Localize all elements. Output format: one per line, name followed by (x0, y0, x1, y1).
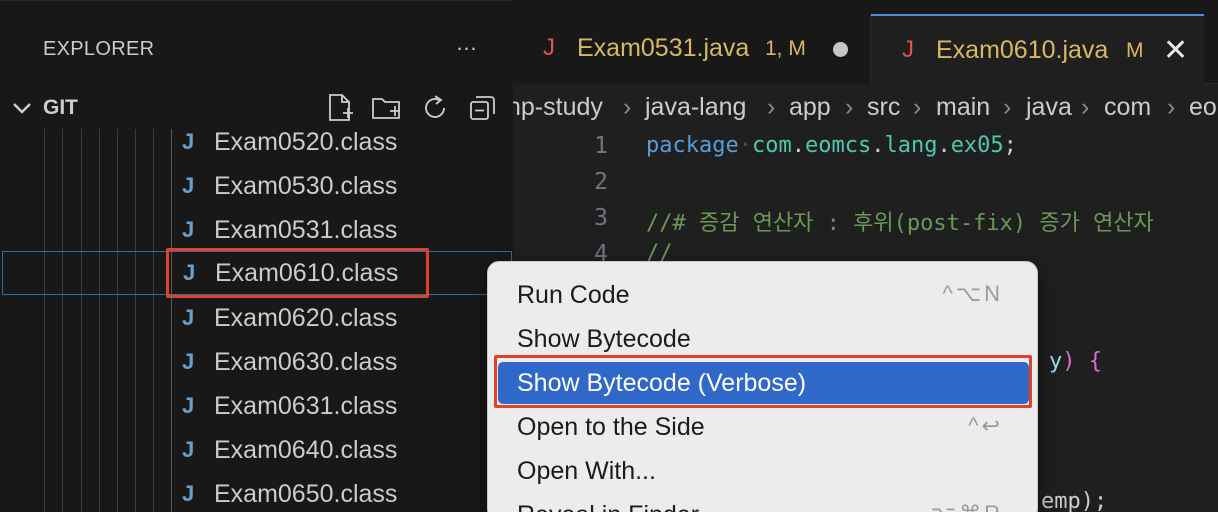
more-actions-icon[interactable]: … (452, 32, 482, 63)
code-line-3: //# 증감 연산자 : 후위(post-fix) 증가 연산자 (646, 211, 1154, 236)
brace: { (1088, 349, 1102, 374)
menu-item-label: Open With... (517, 457, 656, 485)
new-folder-icon[interactable] (370, 91, 404, 125)
java-class-icon: J (182, 481, 195, 506)
file-name: Exam0631.class (214, 392, 398, 420)
breadcrumb-item[interactable]: java-lang (645, 93, 746, 122)
java-class-icon: J (182, 129, 195, 154)
unsaved-dot-icon[interactable] (833, 42, 848, 57)
highlight-annotation-file (166, 248, 429, 298)
java-class-icon: J (182, 217, 195, 242)
tab-status: 1, M (765, 37, 806, 60)
highlight-annotation-menu (494, 355, 1032, 408)
chevron-right-icon: › (767, 93, 776, 121)
chevron-right-icon: › (1003, 93, 1012, 121)
menu-item-shortcut: ^↩ (968, 413, 1003, 438)
java-class-icon: J (182, 393, 195, 418)
menu-item-show-bytecode[interactable]: Show Bytecode (498, 318, 1029, 360)
menu-item-label: Open to the Side (517, 413, 705, 441)
menu-item-label: Show Bytecode (517, 325, 691, 353)
tree-file-item[interactable]: J Exam0530.class (0, 165, 513, 209)
code-fragment-bottom: emp); (1041, 489, 1108, 512)
menu-item-open-with[interactable]: Open With... (498, 450, 1029, 492)
chevron-down-icon[interactable] (11, 97, 33, 119)
tree-file-item[interactable]: J Exam0531.class (0, 209, 513, 253)
breadcrumb: np-study › java-lang › app › src › main … (513, 84, 1218, 128)
file-name: Exam0520.class (214, 128, 398, 156)
chevron-right-icon: › (1081, 93, 1090, 121)
java-class-icon: J (182, 173, 195, 198)
file-name: Exam0650.class (214, 480, 398, 508)
breadcrumb-item[interactable]: np-study (513, 93, 603, 122)
package-part: com (751, 133, 792, 158)
breadcrumb-item[interactable]: com (1104, 93, 1151, 122)
java-class-icon: J (182, 305, 195, 330)
keyword-package: package (646, 133, 739, 158)
menu-item-reveal-in-finder[interactable]: Reveal in Finder ⌥⌘R (498, 494, 1029, 512)
tab-label: Exam0610.java (936, 36, 1109, 64)
breadcrumb-item[interactable]: app (789, 93, 831, 122)
breadcrumb-item[interactable]: eo (1189, 93, 1217, 122)
menu-item-open-to-side[interactable]: Open to the Side ^↩ (498, 406, 1029, 448)
breadcrumb-item[interactable]: java (1026, 93, 1072, 122)
tree-file-item[interactable]: J Exam0630.class (0, 341, 513, 385)
file-tree: J Exam0520.class J Exam0530.class J Exam… (0, 128, 513, 512)
section-title: GIT (43, 96, 78, 119)
tree-file-item[interactable]: J Exam0520.class (0, 121, 513, 165)
tree-file-item[interactable]: J Exam0640.class (0, 429, 513, 473)
collapse-all-icon[interactable] (466, 91, 500, 125)
identifier: y (1049, 349, 1063, 374)
chevron-right-icon: › (913, 93, 922, 121)
tab-exam0610[interactable]: J Exam0610.java M ✕ (871, 14, 1204, 84)
java-file-icon: J (543, 34, 555, 61)
java-class-icon: J (182, 437, 195, 462)
menu-item-shortcut: ⌥⌘R (931, 501, 1003, 512)
tab-exam0531[interactable]: J Exam0531.java 1, M (513, 14, 871, 84)
file-name: Exam0531.class (214, 216, 398, 244)
chevron-right-icon: › (623, 93, 632, 121)
java-file-icon: J (902, 36, 914, 63)
semicolon: ; (1003, 133, 1017, 158)
code-fragment: y) { (1049, 349, 1102, 374)
tab-status: M (1126, 39, 1144, 62)
tree-file-item[interactable]: J Exam0650.class (0, 473, 513, 512)
package-part: eomcs (804, 133, 872, 158)
menu-item-run-code[interactable]: Run Code ^⌥N (498, 274, 1029, 316)
file-name: Exam0530.class (214, 172, 398, 200)
java-class-icon: J (182, 349, 195, 374)
menu-item-label: Run Code (517, 281, 630, 309)
file-name: Exam0630.class (214, 348, 398, 376)
breadcrumb-item[interactable]: src (867, 93, 900, 122)
chevron-right-icon: › (1167, 93, 1176, 121)
code-line-1: package·com.eomcs.lang.ex05; (646, 133, 1017, 158)
line-number: 1 (594, 133, 608, 159)
tab-label: Exam0531.java (577, 34, 750, 62)
close-icon[interactable]: ✕ (1163, 33, 1188, 68)
breadcrumb-item[interactable]: main (936, 93, 990, 122)
new-file-icon[interactable] (323, 91, 357, 125)
menu-item-label: Reveal in Finder (517, 501, 699, 512)
menu-item-shortcut: ^⌥N (942, 281, 1003, 306)
package-part: lang (884, 133, 938, 158)
explorer-title: EXPLORER (43, 38, 155, 60)
package-part: ex05 (950, 133, 1004, 158)
file-name: Exam0640.class (214, 436, 398, 464)
tree-file-item[interactable]: J Exam0620.class (0, 297, 513, 341)
line-number: 2 (594, 169, 608, 195)
file-name: Exam0620.class (214, 304, 398, 332)
refresh-icon[interactable] (418, 91, 452, 125)
paren: ) (1062, 349, 1076, 374)
tree-file-item[interactable]: J Exam0631.class (0, 385, 513, 429)
line-number: 3 (594, 205, 608, 231)
editor-tab-bar: J Exam0531.java 1, M J Exam0610.java M ✕ (513, 0, 1218, 84)
chevron-right-icon: › (845, 93, 854, 121)
